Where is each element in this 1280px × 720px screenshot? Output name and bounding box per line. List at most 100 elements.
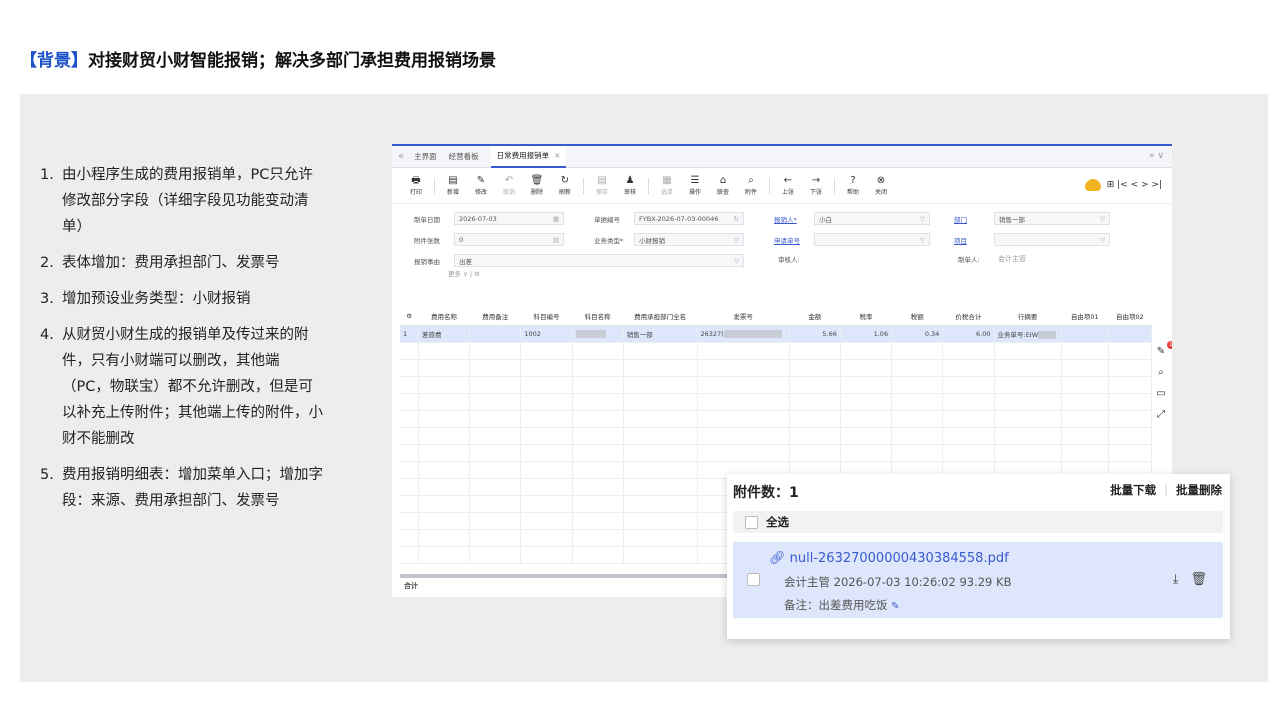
table-row[interactable] [400,359,1153,377]
operate-button[interactable]: ☰ 操作 [681,175,709,196]
table-row[interactable] [400,393,1153,411]
batch-delete-button[interactable]: 批量删除 [1176,482,1222,498]
collapse-icon[interactable]: « [398,151,404,162]
audit-button[interactable]: ♟ 审核 [616,175,644,196]
attachment-checkbox[interactable] [747,573,760,586]
invoice-cell[interactable]: 26327( [697,325,790,343]
attachment-file-name: null-26327000000430384558.pdf [789,551,1009,566]
attach-count-field[interactable]: 0 ▤ [454,233,564,246]
filter-icon: ▽ [920,214,925,223]
dept-value: 销售一部 [999,215,1025,224]
download-icon[interactable]: ⤓ [1173,572,1179,587]
attachment-file-link[interactable]: 🔗︎ null-26327000000430384558.pdf [769,551,1009,566]
expense-name-cell[interactable]: 差旅费 [418,325,471,343]
tab-board[interactable]: 经营看板 [449,151,479,162]
record-nav-icons[interactable]: ⊞ |< < > >| [1107,180,1162,190]
toolbar-label: 取消 [502,189,515,196]
tax-cell[interactable]: 0.34 [891,325,944,343]
close-icon[interactable]: × [554,151,560,160]
date-field[interactable]: 2026-07-03 ▦ [454,212,564,225]
audit-icon: ♟ [625,175,635,186]
paperclip-icon[interactable]: ✎1 [1157,341,1172,357]
divider [648,177,649,194]
reason-field[interactable]: 出差 ▽ [454,254,744,267]
attachment-button[interactable]: ⌕ 附件 [737,175,765,196]
biztype-field[interactable]: 小财报销 ▽ [634,233,744,246]
tab-more-icon[interactable]: » ∨ [1149,151,1164,161]
toolbar-label: 打印 [409,189,422,196]
attachment-popup: 附件数：1 批量下载 | 批量删除 全选 🔗︎ null-26327000000… [727,474,1230,639]
refresh-button[interactable]: ↻ 刷新 [551,175,579,196]
dept-field-row: 部门 销售一部 ▽ [954,212,1110,225]
total-cell[interactable]: 6.00 [942,325,995,343]
print-button[interactable]: 🖶 打印 [402,175,430,196]
summary-cell[interactable]: 业务单号:EIW [994,325,1062,343]
arrow-left-icon: ← [783,175,793,186]
search-doc-icon[interactable]: ⌕ [1158,367,1164,378]
toolbar-label: 上张 [781,189,794,196]
next-doc-button[interactable]: → 下张 [802,175,830,196]
note-number: 2. [40,255,54,271]
bearing-dept-cell[interactable]: 销售一部 [623,325,698,343]
cancel-button[interactable]: ↶ 取消 [495,175,523,196]
operate-icon: ☰ [690,175,700,186]
column-header: 价税合计 [942,308,994,326]
delete-button[interactable]: 🗑 删除 [523,175,551,196]
docno-field[interactable]: FYBX-2026-07-03-00046 ↻ [634,212,744,225]
tax-rate-cell[interactable]: 1.06 [840,325,893,343]
note-text: 由小程序生成的费用报销单，PC只允许修改部分字段（详细字段见功能变动清单） [62,167,313,235]
toolbar-label: 操作 [688,189,701,196]
linked-query-button[interactable]: ⌂ 联查 [709,175,737,196]
project-label[interactable]: 项目 [954,235,994,245]
refresh-icon: ↻ [560,175,570,186]
docno-label: 单据编号 [594,215,620,224]
free-item-cell[interactable] [1108,325,1153,343]
help-button[interactable]: ? 帮助 [839,175,867,196]
more-toggle[interactable]: 更多 ∨ | ⚙ [448,268,480,278]
account-code-cell[interactable]: 1002 [520,325,573,343]
note-number: 3. [40,291,54,307]
dept-field[interactable]: 销售一部 ▽ [994,212,1110,225]
close-button[interactable]: ⊗ 关闭 [867,175,895,196]
table-row[interactable] [400,410,1153,428]
fullscreen-icon[interactable]: ⤢ [1157,409,1165,420]
select-doc-button[interactable]: ▦ 选单 [653,175,681,196]
free-item-cell[interactable] [1061,325,1109,343]
tab-home[interactable]: 主界面 [414,151,437,162]
comment-icon[interactable]: ▭ [1156,388,1165,399]
amount-cell[interactable]: 5.66 [789,325,841,343]
column-settings-icon[interactable]: ⚙ [400,308,419,326]
column-header: 发票号 [697,308,790,326]
tab-expense[interactable]: 日常费用报销单 × [490,146,567,168]
note-text: 表体增加：费用承担部门、发票号 [62,255,280,271]
save-button[interactable]: ▤ 保存 [588,175,616,196]
batch-download-button[interactable]: 批量下载 [1110,482,1156,498]
invoice-value: 26327( [700,329,724,338]
dept-label[interactable]: 部门 [954,214,994,224]
select-all-checkbox[interactable] [745,515,758,529]
table-row[interactable]: 1 差旅费 1002 销售一部 26327( 5.66 1.06 0.34 6.… [400,325,1153,343]
apply-label[interactable]: 申请单号 [774,235,814,245]
expense-remark-cell[interactable] [469,325,522,343]
project-field[interactable]: ▽ [994,233,1110,246]
edit-note-icon[interactable]: ✎ [891,601,899,612]
column-header: 费用承担部门全名 [623,308,697,326]
claimant-field[interactable]: 小白 ▽ [814,212,930,225]
edit-button[interactable]: ✎ 修改 [467,175,495,196]
claimant-label[interactable]: 报销人* [774,214,814,224]
table-row[interactable] [400,427,1153,445]
apply-field[interactable]: ▽ [814,233,930,246]
table-row[interactable] [400,376,1153,394]
prev-doc-button[interactable]: ← 上张 [774,175,802,196]
notes-list: 1. 由小程序生成的费用报销单，PC只允许修改部分字段（详细字段见功能变动清单） … [40,162,326,524]
note-item: 3. 增加预设业务类型：小财报销 [40,286,326,312]
table-row[interactable] [400,444,1153,462]
table-row[interactable] [400,342,1153,360]
new-button[interactable]: ▤ 新增 [439,175,467,196]
divider [583,177,584,194]
assistant-avatar-icon[interactable] [1084,179,1101,191]
account-name-cell[interactable] [572,325,624,343]
trash-icon[interactable]: 🗑 [1190,572,1207,587]
attachment-item: 🔗︎ null-26327000000430384558.pdf 会计主管 20… [733,542,1223,618]
attachment-meta: 会计主管 2026-07-03 10:26:02 93.29 KB [784,575,1012,589]
